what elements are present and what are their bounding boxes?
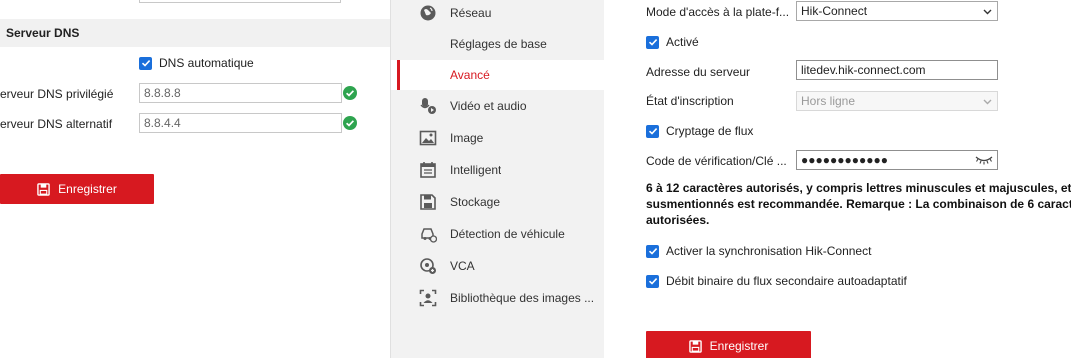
stream-encryption-checkbox[interactable] (646, 124, 659, 138)
nav-item-intelligent[interactable]: Intelligent (391, 155, 605, 185)
nav-item-storage[interactable]: Stockage (391, 187, 605, 217)
image-icon (418, 128, 438, 148)
nav-item-label: Bibliothèque des images ... (450, 291, 595, 305)
password-hint-line: autorisées. (646, 213, 710, 227)
dns-alternate-input[interactable]: 8.8.4.4 (139, 113, 342, 133)
access-mode-value: Hik-Connect (801, 4, 868, 18)
nav-item-label: Réseau (450, 6, 492, 20)
nav-item-label: Stockage (450, 195, 501, 209)
nav-item-face-library[interactable]: Bibliothèque des images ... (391, 283, 605, 313)
dns-auto-checkbox[interactable] (139, 56, 152, 70)
nav-item-label: Réglages de base (450, 37, 547, 51)
enabled-label: Activé (666, 35, 699, 49)
registration-state-value: Hors ligne (801, 94, 856, 108)
dns-preferred-input[interactable]: 8.8.8.8 (139, 83, 342, 103)
globe-icon (418, 3, 438, 23)
app-root: Serveur DNS DNS automatique erveur DNS p… (0, 0, 1071, 358)
video-audio-icon (418, 96, 438, 116)
verification-code-input[interactable]: ●●●●●●●●●●●● (796, 150, 998, 170)
access-mode-select[interactable]: Hik-Connect (796, 1, 998, 21)
access-mode-label: Mode d'accès à la plate-f... (646, 5, 790, 19)
chevron-down-icon (983, 99, 992, 105)
vca-icon (418, 256, 438, 276)
dns-preferred-label: erveur DNS privilégié (0, 87, 114, 101)
adaptive-bitrate-label: Débit binaire du flux secondaire autoada… (666, 274, 907, 288)
stream-encryption-row[interactable]: Cryptage de flux (646, 124, 753, 138)
dns-auto-label: DNS automatique (159, 56, 254, 70)
nav-item-basic-settings[interactable]: Réglages de base (391, 29, 605, 59)
nav-item-video-audio[interactable]: Vidéo et audio (391, 91, 605, 121)
save-button-label: Enregistrer (709, 339, 769, 353)
stream-encryption-label: Cryptage de flux (666, 124, 754, 138)
verification-code-label: Code de vérification/Clé ... (646, 154, 787, 168)
nav-item-vca[interactable]: VCA (391, 251, 605, 281)
nav-item-label: Avancé (450, 68, 490, 82)
save-icon (37, 182, 50, 196)
sync-hik-checkbox[interactable] (646, 244, 659, 258)
sync-hik-row[interactable]: Activer la synchronisation Hik-Connect (646, 244, 871, 258)
dns-alternate-label: erveur DNS alternatif (0, 117, 113, 131)
registration-state-label: État d'inscription (646, 94, 734, 108)
platform-access-form: Mode d'accès à la plate-f... Hik-Connect… (604, 0, 1071, 358)
save-button-label: Enregistrer (58, 182, 117, 196)
section-title: Serveur DNS (0, 19, 390, 47)
check-valid-icon (343, 116, 357, 130)
check-valid-icon (343, 86, 357, 100)
save-icon (688, 339, 702, 353)
server-address-label: Adresse du serveur (646, 65, 751, 79)
nav-item-network[interactable]: Réseau (391, 0, 605, 28)
enabled-checkbox[interactable] (646, 35, 659, 49)
nav-item-vehicle-detection[interactable]: Détection de véhicule (391, 219, 605, 249)
nav-item-image[interactable]: Image (391, 123, 605, 153)
enabled-row[interactable]: Activé (646, 35, 699, 49)
settings-nav: Réseau Réglages de base Avancé Vidéo et … (390, 0, 605, 358)
verification-code-value: ●●●●●●●●●●●● (801, 153, 888, 167)
password-hint-line: susmentionnés est recommandée. Remarque … (646, 197, 1071, 211)
dns-auto-row[interactable]: DNS automatique (139, 56, 254, 70)
password-hint-line: 6 à 12 caractères autorisés, y compris l… (646, 181, 1071, 195)
vehicle-icon (418, 224, 438, 244)
password-hint: 6 à 12 caractères autorisés, y compris l… (646, 180, 1071, 228)
nav-item-label: VCA (450, 259, 475, 273)
nav-item-label: Intelligent (450, 163, 502, 177)
chevron-down-icon (983, 9, 992, 15)
calendar-icon (418, 160, 438, 180)
adaptive-bitrate-checkbox[interactable] (646, 274, 659, 288)
dns-settings-panel: Serveur DNS DNS automatique erveur DNS p… (0, 0, 390, 358)
storage-icon (418, 192, 438, 212)
top-input-field[interactable] (139, 0, 341, 3)
sync-hik-label: Activer la synchronisation Hik-Connect (666, 244, 872, 258)
nav-item-label: Détection de véhicule (450, 227, 565, 241)
nav-item-advanced[interactable]: Avancé (391, 60, 605, 90)
save-button[interactable]: Enregistrer (646, 331, 811, 358)
server-address-input[interactable]: litedev.hik-connect.com (796, 60, 998, 80)
save-button[interactable]: Enregistrer (0, 174, 154, 204)
nav-item-label: Image (450, 131, 484, 145)
registration-state-select: Hors ligne (796, 91, 998, 111)
face-library-icon (418, 288, 438, 308)
adaptive-bitrate-row[interactable]: Débit binaire du flux secondaire autoada… (646, 274, 907, 288)
eye-closed-icon[interactable] (975, 154, 993, 166)
nav-item-label: Vidéo et audio (450, 99, 527, 113)
